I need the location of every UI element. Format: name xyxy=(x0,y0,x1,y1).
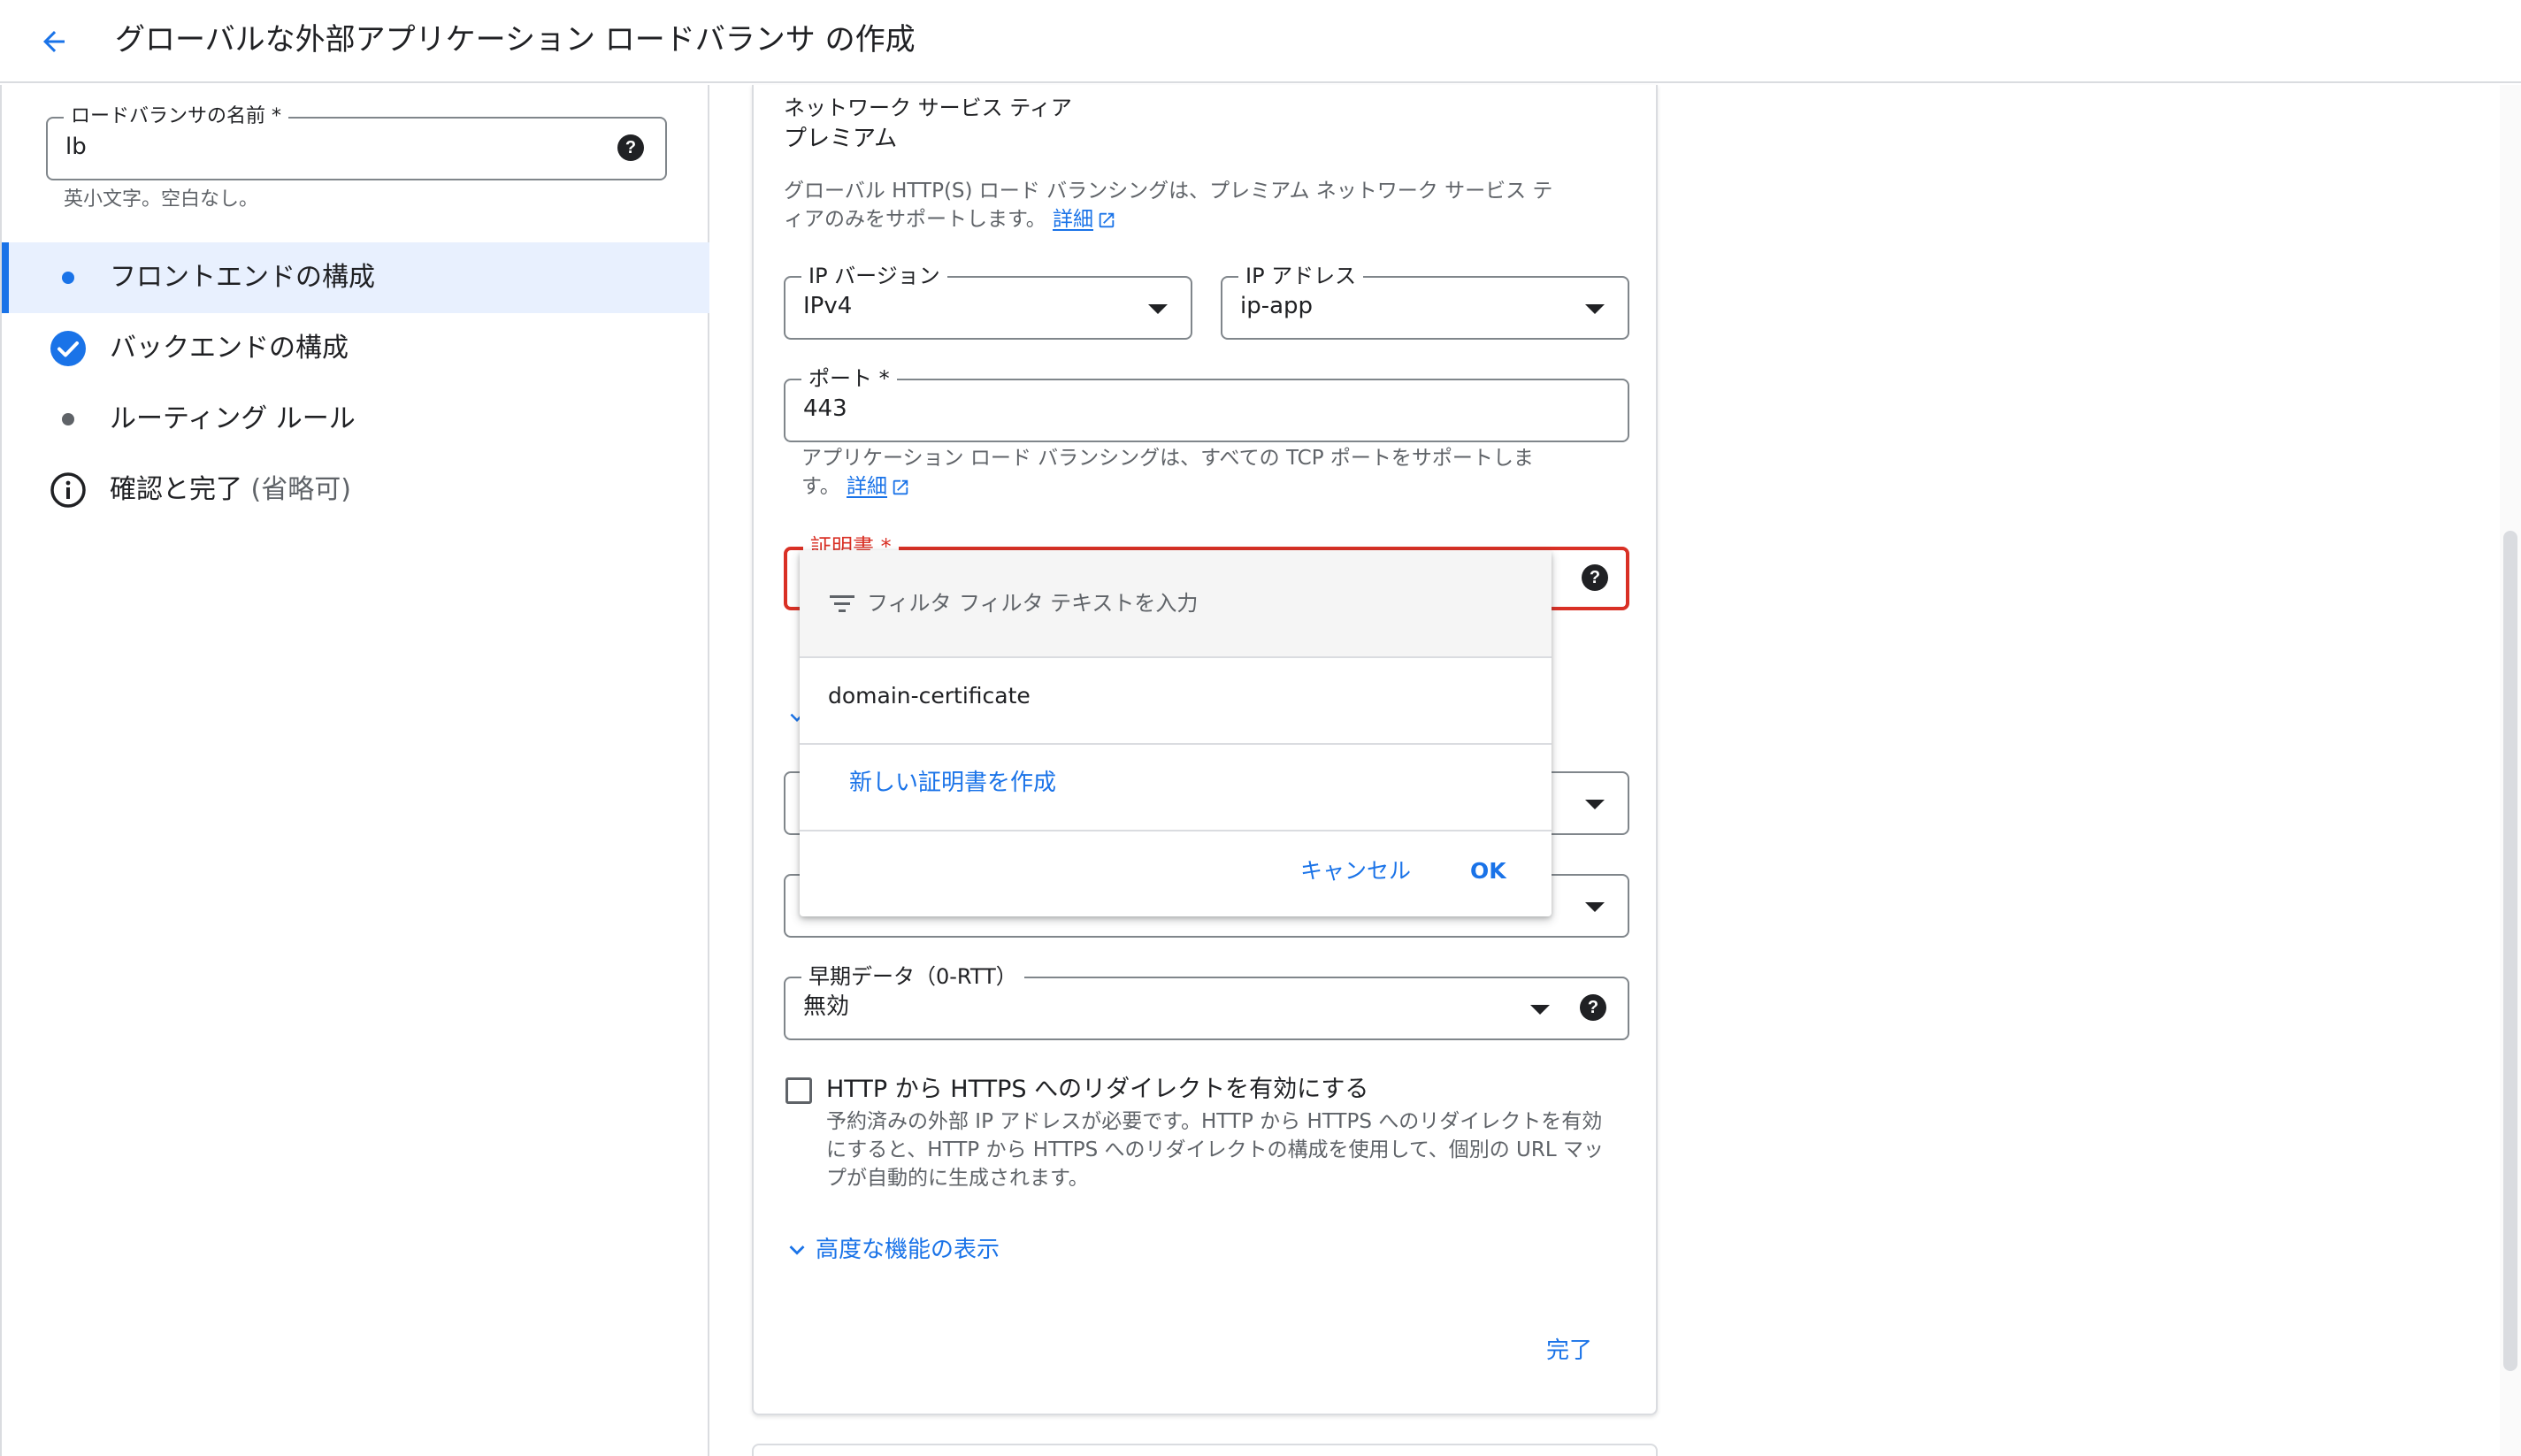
step-review[interactable]: 確認と完了 (省略可) xyxy=(2,455,709,525)
ip-version-value: IPv4 xyxy=(803,293,853,319)
divider xyxy=(800,830,1552,831)
chevron-down-icon xyxy=(789,1245,805,1255)
dropdown-arrow-icon xyxy=(1148,304,1168,314)
check-circle-icon xyxy=(50,330,87,367)
redirect-checkbox[interactable] xyxy=(785,1077,812,1104)
port-learn-more-link[interactable]: 詳細 xyxy=(847,475,887,498)
redirect-desc-1: 予約済みの外部 IP アドレスが必要です。HTTP から HTTPS へのリダイ… xyxy=(826,1110,1603,1133)
arrow-back-icon xyxy=(43,31,65,52)
early-data-select[interactable]: 早期データ（0-RTT） 無効 ? xyxy=(784,964,1629,1040)
dot-icon xyxy=(50,401,87,438)
ip-address-label: IP アドレス xyxy=(1238,264,1364,288)
ip-version-label: IP バージョン xyxy=(801,264,947,288)
redirect-desc-2: にすると、HTTP から HTTPS へのリダイレクトの構成を使用して、個別の … xyxy=(826,1138,1604,1161)
left-panel: ロードバランサの名前 * lb ? 英小文字。空白なし。 フロントエンドの構成 … xyxy=(0,85,709,1456)
port-value: 443 xyxy=(803,395,847,422)
certificate-dropdown: フィルタ フィルタ テキストを入力 domain-certificate 新しい… xyxy=(800,550,1552,916)
app-header: グローバルな外部アプリケーション ロードバランサ の作成 xyxy=(0,0,2521,83)
dropdown-arrow-icon xyxy=(1530,1005,1550,1015)
help-icon[interactable]: ? xyxy=(1582,564,1608,591)
advanced-features-toggle[interactable]: 高度な機能の表示 xyxy=(782,1235,1000,1265)
advanced-features-label: 高度な機能の表示 xyxy=(816,1237,1000,1263)
lb-name-hint: 英小文字。空白なし。 xyxy=(64,188,259,211)
redirect-label: HTTP から HTTPS へのリダイレクトを有効にする xyxy=(826,1076,1369,1103)
step-routing[interactable]: ルーティング ルール xyxy=(2,384,709,455)
divider xyxy=(800,743,1552,745)
help-icon[interactable]: ? xyxy=(1580,994,1606,1021)
done-button[interactable]: 完了 xyxy=(1546,1336,1592,1366)
info-icon xyxy=(50,471,87,509)
step-frontend-label: フロントエンドの構成 xyxy=(110,262,375,293)
network-tier-value: プレミアム xyxy=(784,126,898,152)
filter-input[interactable]: フィルタ テキストを入力 xyxy=(959,589,1198,617)
step-review-label: 確認と完了 (省略可) xyxy=(110,474,351,505)
lb-name-value: lb xyxy=(65,134,87,160)
filter-bar[interactable]: フィルタ フィルタ テキストを入力 xyxy=(800,550,1552,658)
scrollbar-thumb[interactable] xyxy=(2503,531,2517,1371)
filter-icon xyxy=(830,595,854,612)
early-data-value: 無効 xyxy=(803,993,850,1020)
ip-address-value: ip-app xyxy=(1240,293,1314,319)
next-card xyxy=(752,1444,1658,1456)
filter-label: フィルタ xyxy=(867,591,952,616)
ip-address-select[interactable]: IP アドレス ip-app xyxy=(1221,264,1629,340)
network-tier-desc-2: ィアのみをサポートします。 詳細 xyxy=(784,205,1116,234)
open-in-new-icon xyxy=(1099,212,1115,227)
dropdown-arrow-icon xyxy=(1585,800,1605,809)
port-field[interactable]: ポート * 443 xyxy=(784,366,1629,442)
step-backend-label: バックエンドの構成 xyxy=(110,333,349,364)
lb-name-field[interactable]: ロードバランサの名前 * lb ? xyxy=(46,104,667,180)
redirect-desc-3: プが自動的に生成されます。 xyxy=(826,1167,1089,1190)
step-routing-label: ルーティング ルール xyxy=(110,403,356,434)
port-label: ポート * xyxy=(801,366,897,391)
help-icon[interactable]: ? xyxy=(617,134,644,161)
certificate-option[interactable]: domain-certificate xyxy=(828,681,1031,711)
port-hint-2: す。 詳細 xyxy=(801,472,910,502)
dropdown-arrow-icon xyxy=(1585,304,1605,314)
dot-icon xyxy=(50,259,87,296)
step-backend[interactable]: バックエンドの構成 xyxy=(2,313,709,384)
cancel-button[interactable]: キャンセル xyxy=(1300,856,1411,886)
ok-button[interactable]: OK xyxy=(1470,856,1506,886)
port-hint-1: アプリケーション ロード バランシングは、すべての TCP ポートをサポートしま xyxy=(801,447,1534,470)
ip-version-select[interactable]: IP バージョン IPv4 xyxy=(784,264,1192,340)
network-tier-desc-1: グローバル HTTP(S) ロード バランシングは、プレミアム ネットワーク サ… xyxy=(784,180,1553,203)
network-tier-label: ネットワーク サービス ティア xyxy=(784,96,1072,120)
learn-more-link[interactable]: 詳細 xyxy=(1053,208,1093,231)
early-data-label: 早期データ（0-RTT） xyxy=(801,964,1024,989)
page-title: グローバルな外部アプリケーション ロードバランサ の作成 xyxy=(115,22,916,57)
open-in-new-icon xyxy=(893,479,908,494)
create-certificate-button[interactable]: 新しい証明書を作成 xyxy=(849,768,1056,798)
dropdown-arrow-icon xyxy=(1585,902,1605,912)
lb-name-label: ロードバランサの名前 * xyxy=(64,104,288,129)
back-button[interactable] xyxy=(32,19,76,64)
step-frontend[interactable]: フロントエンドの構成 xyxy=(2,242,709,313)
